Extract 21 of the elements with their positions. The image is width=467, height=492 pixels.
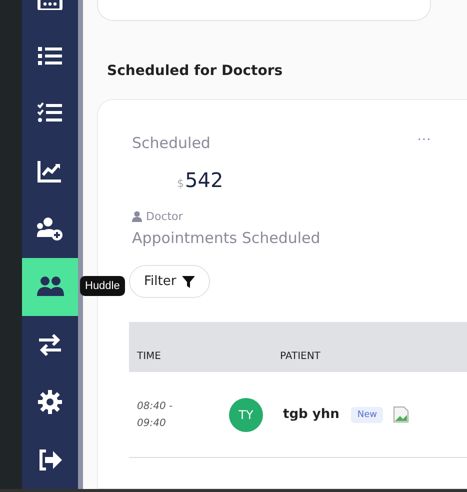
time-cell-text: 08:40 - 09:40 [136, 400, 174, 430]
broken-image-icon [392, 406, 409, 423]
person-icon [132, 211, 142, 222]
more-button[interactable]: ··· [417, 130, 431, 146]
filter-button[interactable]: Filter [129, 265, 210, 298]
settings-icon [36, 388, 64, 416]
patient-name[interactable]: tgb yhn [283, 407, 340, 422]
avatar: TY [229, 398, 263, 432]
grid-icon [36, 0, 64, 10]
new-badge: New [351, 406, 383, 422]
add-user-icon [36, 214, 64, 243]
section-title: Scheduled for Doctors [107, 63, 284, 79]
card-subtitle: Appointments Scheduled [132, 229, 322, 247]
amount: 542 [185, 168, 224, 192]
column-header: TIME [136, 351, 162, 362]
card-title: Scheduled [132, 134, 210, 152]
column-header: PATIENT [280, 351, 320, 362]
filter-icon [182, 276, 196, 288]
currency-symbol: $ [177, 177, 184, 190]
tooltip: Huddle [80, 276, 125, 296]
role-label: Doctor [146, 210, 183, 223]
